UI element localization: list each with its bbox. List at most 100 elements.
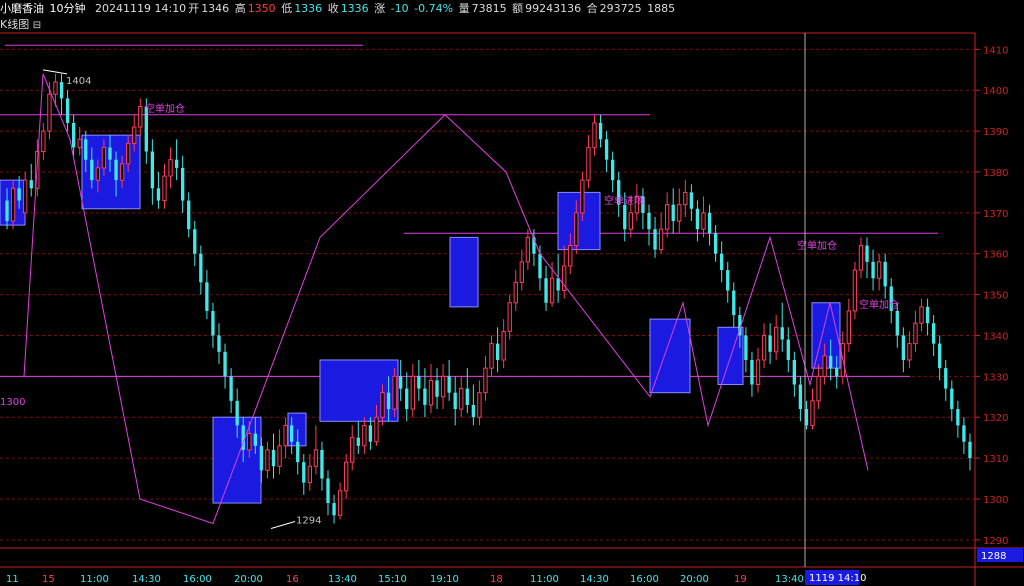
candle-body-up[interactable] — [344, 461, 349, 492]
candle-body-down[interactable] — [950, 388, 954, 410]
candle-body-down[interactable] — [931, 323, 936, 344]
candle-body-down[interactable] — [623, 204, 627, 230]
candle-body-up[interactable] — [337, 490, 343, 516]
candle-body-down[interactable] — [271, 449, 276, 467]
candle-body-down[interactable] — [211, 310, 215, 336]
candle-body-up[interactable] — [277, 445, 282, 467]
candle-body-down[interactable] — [423, 388, 427, 405]
candle-body-down[interactable] — [726, 270, 730, 291]
candle-body-up[interactable] — [513, 281, 518, 304]
candle-body-down[interactable] — [768, 335, 772, 352]
candle-body-down[interactable] — [544, 278, 548, 303]
candle-body-up[interactable] — [95, 167, 101, 181]
candle-body-down[interactable] — [598, 122, 603, 140]
candle-body-down[interactable] — [435, 380, 439, 397]
candle-body-up[interactable] — [53, 81, 58, 95]
candle-body-down[interactable] — [938, 343, 942, 369]
candle-body-up[interactable] — [119, 163, 125, 181]
candle-body-up[interactable] — [586, 146, 591, 181]
candle-body-down[interactable] — [296, 441, 300, 463]
candle-body-down[interactable] — [471, 404, 476, 418]
candle-body-down[interactable] — [750, 359, 754, 385]
candle-body-up[interactable] — [132, 126, 137, 144]
candle-body-down[interactable] — [223, 351, 227, 377]
candle-body-up[interactable] — [592, 122, 597, 148]
candle-body-down[interactable] — [671, 204, 675, 222]
candle-body-up[interactable] — [858, 245, 864, 271]
candle-body-down[interactable] — [707, 212, 712, 234]
candle-body-up[interactable] — [307, 465, 313, 484]
candle-body-down[interactable] — [556, 278, 560, 291]
candle-body-up[interactable] — [362, 424, 367, 447]
candle-body-down[interactable] — [71, 122, 76, 148]
candle-body-down[interactable] — [732, 290, 736, 316]
candle-body-down[interactable] — [399, 376, 403, 389]
candle-body-down[interactable] — [538, 253, 542, 279]
candle-body-down[interactable] — [259, 445, 264, 471]
candle-body-up[interactable] — [265, 449, 270, 471]
candle-body-down[interactable] — [417, 376, 421, 389]
candle-body-down[interactable] — [156, 188, 161, 201]
candle-body-up[interactable] — [374, 416, 379, 443]
candle-body-down[interactable] — [65, 98, 70, 123]
candle-body-up[interactable] — [283, 424, 288, 447]
candle-body-up[interactable] — [10, 187, 16, 222]
candle-body-down[interactable] — [453, 392, 457, 410]
candle-body-up[interactable] — [919, 306, 924, 324]
candle-body-down[interactable] — [386, 392, 391, 410]
candle-body-up[interactable] — [628, 212, 633, 230]
candle-body-down[interactable] — [368, 425, 373, 442]
candle-body-down[interactable] — [786, 339, 790, 360]
candle-body-down[interactable] — [956, 409, 960, 426]
candle-body-up[interactable] — [677, 204, 682, 222]
candle-body-down[interactable] — [871, 261, 875, 279]
candle-body-up[interactable] — [41, 130, 46, 153]
candle-body-down[interactable] — [865, 245, 869, 262]
candle-body-up[interactable] — [459, 388, 464, 410]
candle-body-up[interactable] — [549, 277, 555, 304]
candle-body-up[interactable] — [483, 367, 488, 394]
candle-body-up[interactable] — [77, 138, 82, 148]
candle-body-up[interactable] — [168, 159, 173, 177]
candle-body-up[interactable] — [846, 310, 852, 345]
candle-body-down[interactable] — [320, 449, 324, 479]
candle-body-down[interactable] — [193, 229, 197, 254]
candle-body-down[interactable] — [205, 282, 209, 311]
candle-body-down[interactable] — [465, 388, 469, 405]
candle-body-down[interactable] — [5, 200, 9, 222]
candle-body-down[interactable] — [895, 310, 899, 336]
candle-body-up[interactable] — [568, 245, 573, 267]
candle-body-up[interactable] — [101, 146, 107, 169]
candle-body-up[interactable] — [380, 392, 385, 418]
candle-body-up[interactable] — [519, 261, 524, 283]
candle-body-up[interactable] — [162, 175, 167, 202]
candle-body-down[interactable] — [925, 306, 930, 324]
candle-body-down[interactable] — [647, 212, 651, 230]
candle-body-up[interactable] — [574, 212, 579, 247]
candle-body-up[interactable] — [410, 375, 415, 410]
candle-body-down[interactable] — [187, 200, 191, 230]
candle-body-down[interactable] — [180, 167, 185, 201]
candle-body-up[interactable] — [810, 400, 815, 426]
candle-body-up[interactable] — [822, 355, 827, 377]
candle-body-down[interactable] — [84, 139, 88, 160]
candle-body-down[interactable] — [792, 359, 797, 385]
candle-body-down[interactable] — [290, 425, 294, 442]
candle-body-up[interactable] — [580, 179, 585, 214]
candle-body-up[interactable] — [525, 236, 531, 263]
candle-body-down[interactable] — [835, 368, 839, 377]
candle-body-down[interactable] — [59, 82, 64, 99]
candle-body-down[interactable] — [114, 159, 118, 181]
candle-body-down[interactable] — [968, 441, 972, 459]
candle-body-up[interactable] — [489, 343, 494, 369]
candle-body-down[interactable] — [199, 253, 203, 283]
candle-body-down[interactable] — [713, 233, 718, 254]
candle-body-down[interactable] — [356, 437, 360, 446]
candle-body-down[interactable] — [720, 253, 724, 271]
candle-body-up[interactable] — [392, 375, 397, 410]
candle-body-up[interactable] — [755, 359, 761, 386]
candle-body-down[interactable] — [332, 503, 336, 516]
candle-body-down[interactable] — [29, 180, 33, 189]
candle-body-down[interactable] — [108, 147, 112, 160]
candle-body-down[interactable] — [17, 188, 21, 201]
